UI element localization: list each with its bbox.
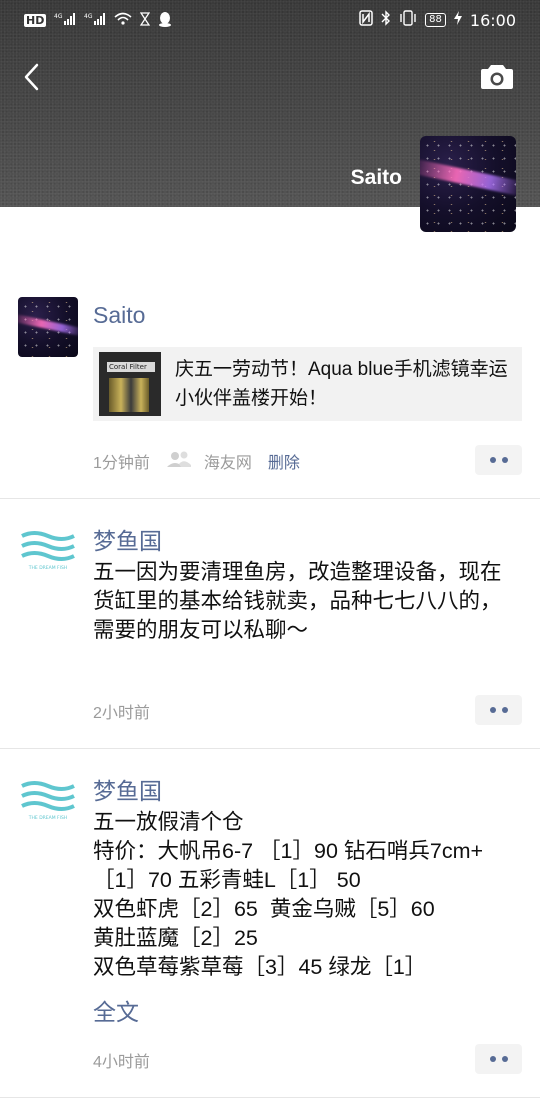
dot-icon [501, 1056, 508, 1062]
signal-icon: 4G [54, 12, 76, 29]
post-meta: 1分钟前 海友网 删除 [93, 449, 300, 473]
battery-indicator: 88 [425, 13, 446, 27]
wifi-icon [114, 12, 132, 29]
more-options-button[interactable] [475, 695, 522, 725]
shared-link-card[interactable]: Coral Filter 庆五一劳动节！Aqua blue手机滤镜幸运小伙伴盖楼… [93, 347, 522, 421]
delete-button[interactable]: 删除 [268, 449, 300, 473]
dot-icon [489, 457, 496, 463]
dot-icon [489, 1056, 496, 1062]
svg-text:4G: 4G [84, 13, 93, 20]
full-text-link[interactable]: 全文 [93, 993, 139, 1027]
dream-fish-logo: THE DREAM FISH [21, 781, 75, 821]
bluetooth-icon [381, 10, 391, 30]
post-source[interactable]: 海友网 [204, 449, 252, 473]
divider [0, 1097, 540, 1098]
camera-button[interactable] [480, 62, 516, 92]
link-title: 庆五一劳动节！Aqua blue手机滤镜幸运小伙伴盖楼开始！ [175, 359, 508, 409]
status-bar: HD 4G 4G 88 16:00 [0, 0, 540, 40]
status-right: 88 16:00 [359, 10, 516, 30]
link-thumbnail: Coral Filter [99, 352, 161, 416]
status-time: 16:00 [469, 10, 516, 30]
avatar[interactable]: THE DREAM FISH [18, 770, 78, 830]
people-icon [166, 450, 192, 473]
more-options-button[interactable] [475, 445, 522, 475]
vibrate-icon [399, 10, 417, 30]
post-text: 五一因为要清理鱼房，改造整理设备，现在货缸里的基本给钱就卖，品种七七八八的，需要… [93, 560, 502, 642]
svg-text:THE DREAM FISH: THE DREAM FISH [28, 815, 67, 821]
avatar[interactable]: THE DREAM FISH [18, 520, 78, 580]
avatar-image [18, 297, 78, 357]
penguin-icon [158, 11, 172, 30]
dream-fish-logo: THE DREAM FISH [21, 531, 75, 571]
hd-indicator: HD [24, 13, 47, 27]
post-time: 1分钟前 [93, 455, 150, 472]
post-author-name[interactable]: 梦鱼国 [93, 772, 162, 806]
chevron-left-icon [24, 63, 39, 91]
charging-icon [453, 11, 462, 29]
dot-icon [489, 707, 496, 713]
svg-text:THE DREAM FISH: THE DREAM FISH [28, 565, 67, 571]
thumbnail-label: Coral Filter [107, 362, 155, 372]
svg-text:4G: 4G [54, 13, 63, 20]
divider [0, 498, 540, 499]
profile-avatar[interactable] [420, 136, 516, 232]
back-button[interactable] [16, 58, 46, 96]
avatar[interactable] [18, 297, 78, 357]
post-meta: 4小时前 [93, 1048, 150, 1072]
dot-icon [501, 457, 508, 463]
signal-icon: 4G [84, 12, 106, 29]
nfc-icon [359, 10, 373, 30]
post-meta: 2小时前 [93, 699, 150, 723]
post-author-name[interactable]: Saito [93, 302, 145, 329]
hourglass-icon [140, 11, 151, 29]
status-left: HD 4G 4G [24, 11, 172, 30]
cover-username: Saito [350, 166, 402, 189]
post-time: 4小时前 [93, 1054, 150, 1071]
post-time: 2小时前 [93, 705, 150, 722]
dot-icon [501, 707, 508, 713]
post-text: 五一放假清个仓 特价：大帆吊6-7 ［1］90 钻石哨兵7cm+ ［1］70 五… [93, 810, 484, 979]
camera-icon [481, 65, 513, 89]
more-options-button[interactable] [475, 1044, 522, 1074]
post-author-name[interactable]: 梦鱼国 [93, 522, 162, 556]
divider [0, 748, 540, 749]
avatar-image [420, 136, 516, 232]
